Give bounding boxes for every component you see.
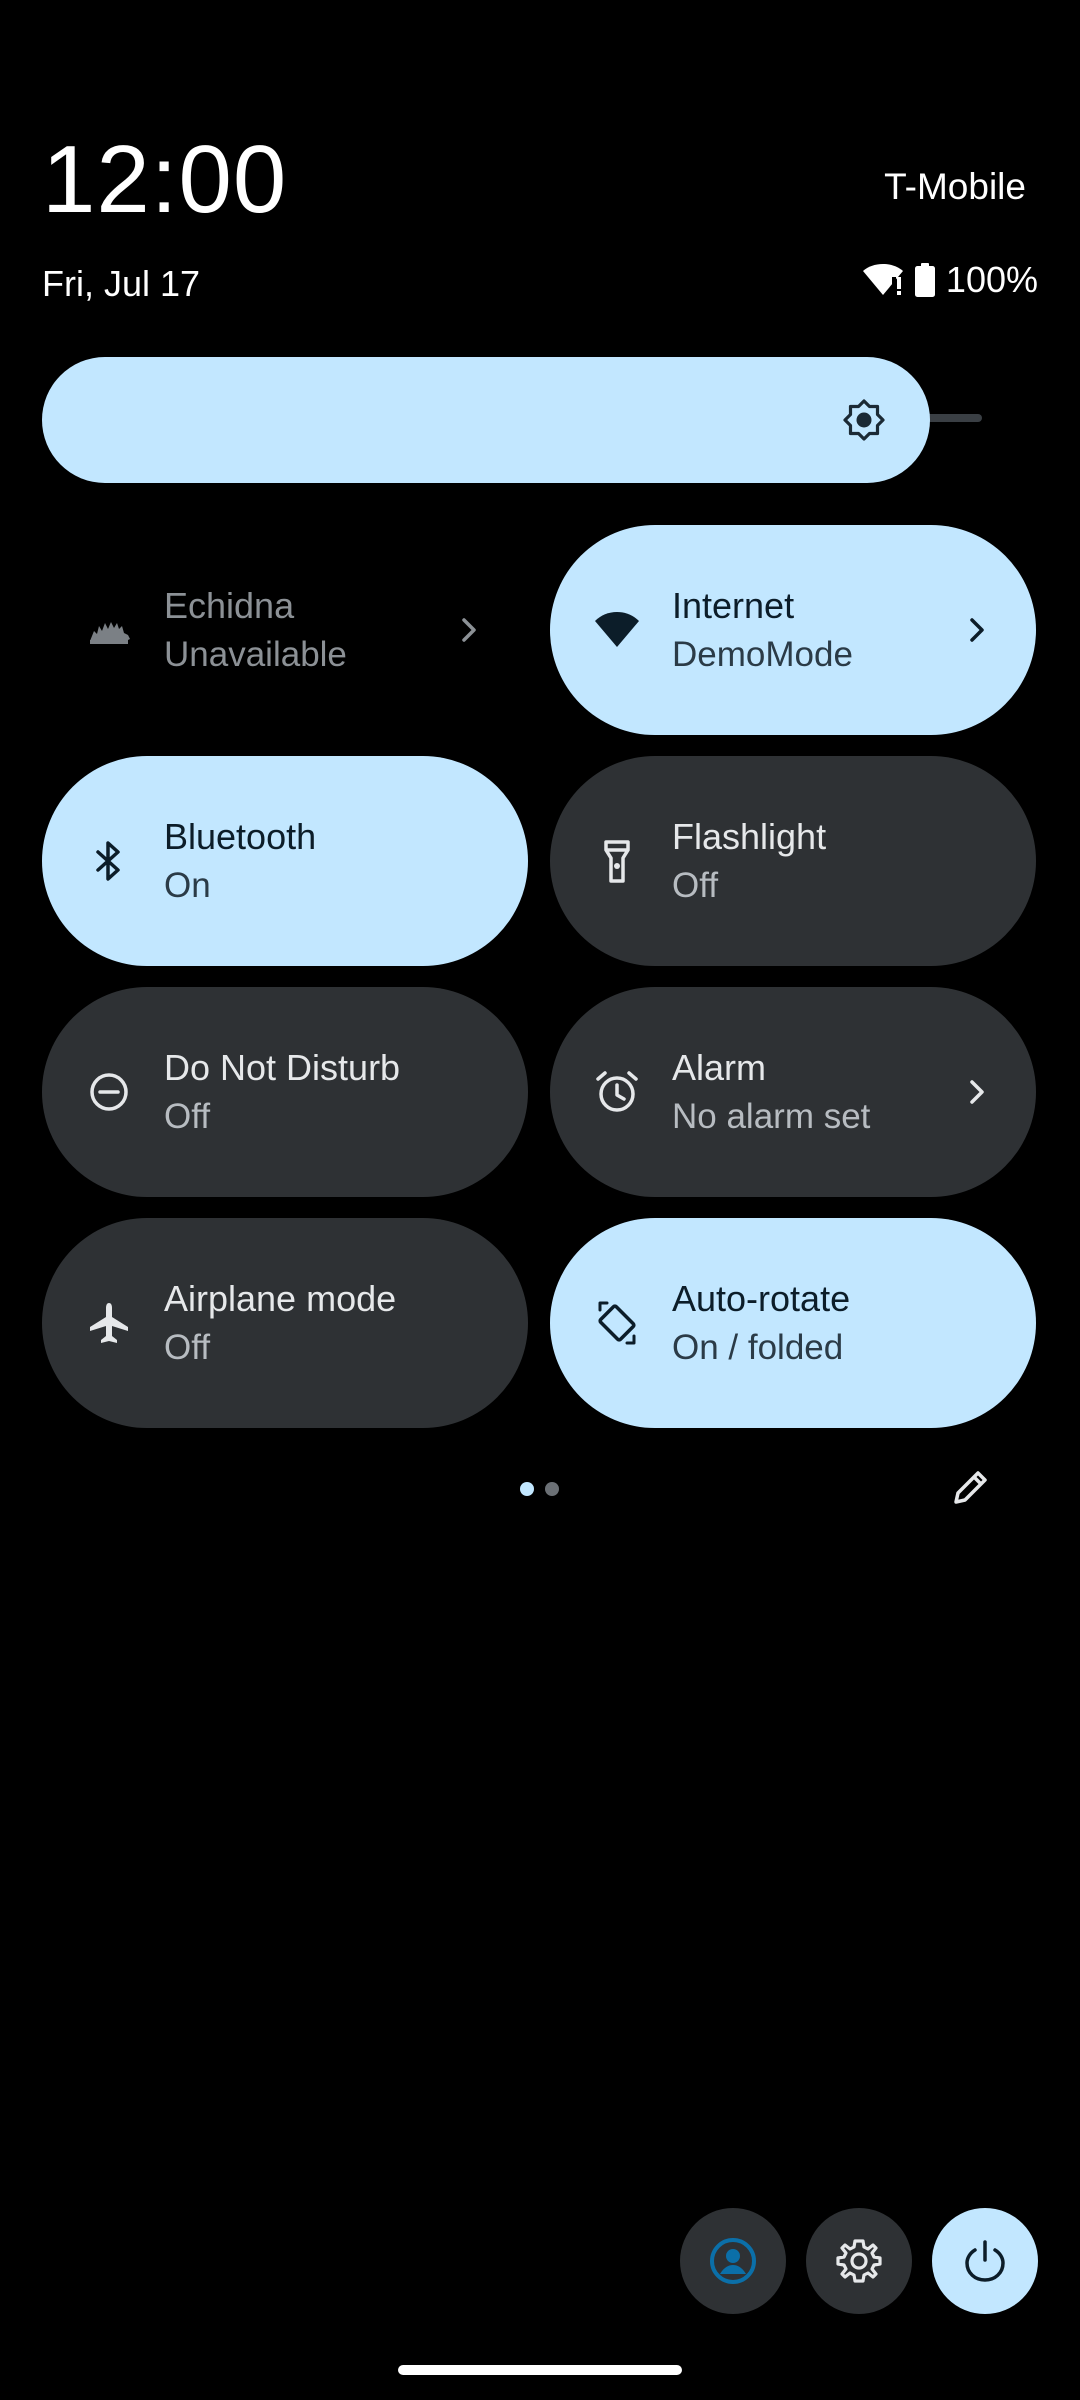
tile-flashlight[interactable]: Flashlight Off xyxy=(550,756,1036,966)
tile-airplane-mode[interactable]: Airplane mode Off xyxy=(42,1218,528,1428)
status-icons: 100% xyxy=(862,262,1038,298)
echidna-icon xyxy=(90,622,130,644)
wifi-icon xyxy=(595,612,639,647)
tile-subtitle: On / folded xyxy=(672,1328,844,1367)
tile-subtitle: Off xyxy=(164,1328,211,1367)
page-indicator-dot-active[interactable] xyxy=(520,1482,534,1496)
bluetooth-icon xyxy=(96,841,120,881)
chevron-right-icon xyxy=(970,1080,984,1104)
tile-title: Do Not Disturb xyxy=(164,1047,401,1088)
tile-subtitle: No alarm set xyxy=(672,1097,871,1136)
edit-icon[interactable] xyxy=(948,1466,992,1510)
tile-subtitle: Off xyxy=(164,1097,211,1136)
tile-title: Bluetooth xyxy=(164,816,317,857)
tile-internet[interactable]: Internet DemoMode xyxy=(550,525,1036,735)
battery-percentage: 100% xyxy=(945,259,1038,300)
carrier-name: T-Mobile xyxy=(884,166,1026,207)
tile-alarm[interactable]: Alarm No alarm set xyxy=(550,987,1036,1197)
wifi-status-icon xyxy=(862,264,903,295)
chevron-right-icon xyxy=(970,618,984,642)
tile-do-not-disturb[interactable]: Do Not Disturb Off xyxy=(42,987,528,1197)
chevron-right-icon xyxy=(462,618,476,642)
user-switcher-icon xyxy=(710,2238,756,2284)
tile-subtitle: Off xyxy=(672,866,719,905)
tile-auto-rotate[interactable]: Auto-rotate On / folded xyxy=(550,1218,1036,1428)
tile-subtitle: DemoMode xyxy=(672,635,853,674)
brightness-slider[interactable] xyxy=(42,357,930,483)
date[interactable]: Fri, Jul 17 xyxy=(42,266,200,302)
alarm-icon xyxy=(596,1071,638,1112)
settings-icon xyxy=(836,2239,882,2283)
user-switcher-button[interactable] xyxy=(680,2208,786,2314)
flashlight-icon xyxy=(604,840,630,883)
tile-subtitle: Unavailable xyxy=(164,635,347,674)
tile-echidna[interactable]: Echidna Unavailable xyxy=(42,525,528,735)
tile-title: Flashlight xyxy=(672,816,827,857)
tile-title: Alarm xyxy=(672,1047,767,1088)
tile-title: Internet xyxy=(672,585,795,626)
tile-title: Airplane mode xyxy=(164,1278,397,1319)
settings-button[interactable] xyxy=(806,2208,912,2314)
battery-icon xyxy=(914,263,935,297)
tile-title: Echidna xyxy=(164,585,295,626)
clock[interactable]: 12:00 xyxy=(42,132,287,228)
auto-rotate-icon xyxy=(598,1301,636,1345)
airplane-icon xyxy=(90,1303,128,1343)
do-not-disturb-icon xyxy=(90,1073,128,1111)
tile-bluetooth[interactable]: Bluetooth On xyxy=(42,756,528,966)
gesture-nav-handle[interactable] xyxy=(398,2365,682,2375)
page-indicator-dot[interactable] xyxy=(545,1482,559,1496)
brightness-icon xyxy=(843,399,885,441)
power-icon xyxy=(965,2240,1005,2282)
tile-title: Auto-rotate xyxy=(672,1278,851,1319)
tile-subtitle: On xyxy=(164,866,211,905)
power-button[interactable] xyxy=(932,2208,1038,2314)
